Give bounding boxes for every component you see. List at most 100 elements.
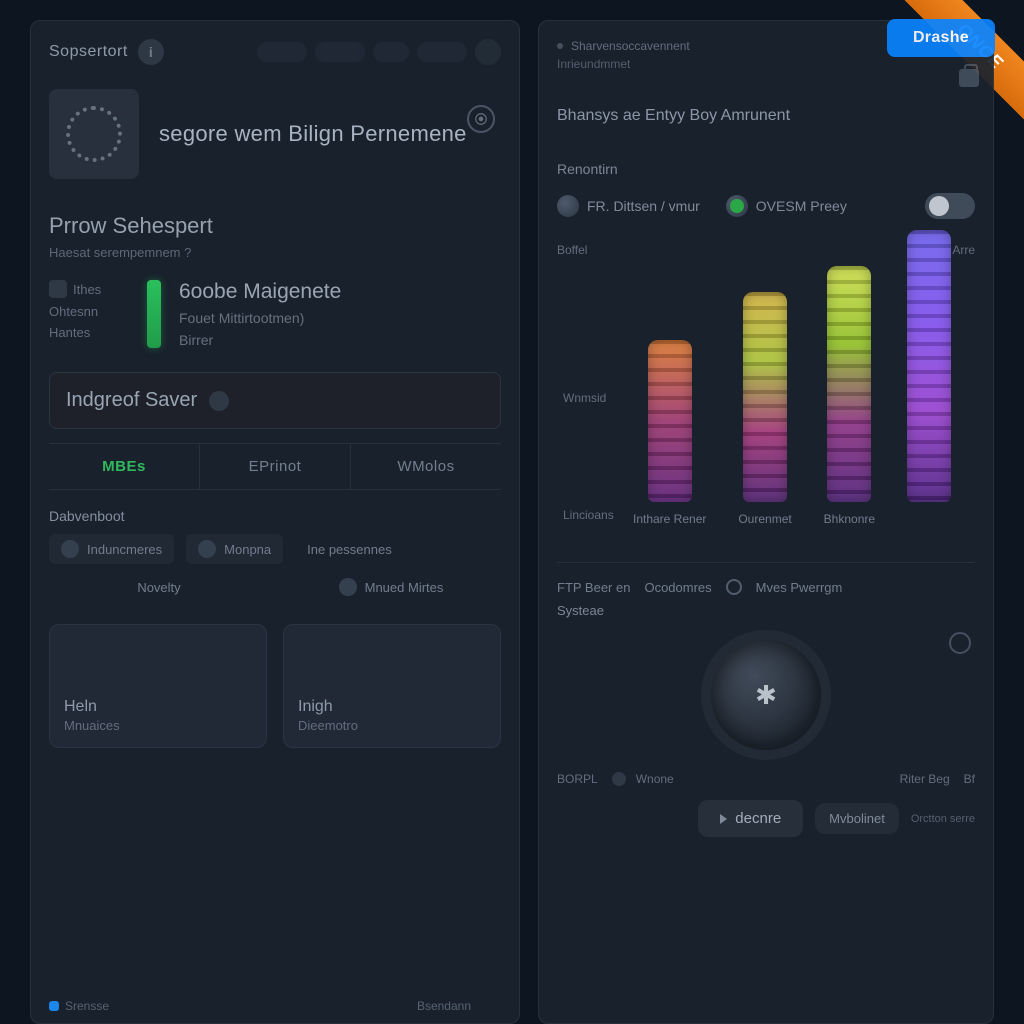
chart-y-tick: Wnmsid [563,391,614,405]
saver-status-icon [209,391,229,411]
rotary-knob[interactable]: ✱ [711,640,821,750]
hero-thumb[interactable] [49,89,139,179]
slider-mid-label: Wnone [636,772,674,786]
topbar-avatar-icon[interactable] [475,39,501,65]
globe-icon [557,195,579,217]
target-icon[interactable] [467,105,495,133]
card-heln[interactable]: Heln Mnuaices [49,624,267,748]
info-icon[interactable]: i [138,39,164,65]
left-topbar-pills [257,39,501,65]
dashboard-chip[interactable]: Novelty [49,574,269,601]
square-dot-icon [49,1001,59,1011]
topbar-pill[interactable] [373,42,409,62]
tab-mbes[interactable]: MBEs [49,444,200,489]
topbar-pill[interactable] [417,42,467,62]
dot-icon [487,999,501,1013]
knob-side-icon[interactable] [949,632,971,654]
knob-heading: Systeae [557,603,604,618]
card-inigh[interactable]: Inigh Dieemotro [283,624,501,748]
metric-row: Ithes Ohtesnn Hantes 6oobe Maigenete Fou… [49,280,501,348]
status-dot-icon [726,195,748,217]
metric-line: Fouet Mittirtootmen) [179,310,501,326]
card-row: Heln Mnuaices Inigh Dieemotro [49,624,501,748]
bottombar-item[interactable] [487,999,501,1013]
option-item[interactable]: OVESM Preey [726,195,847,217]
actions-trailing-text: Orctton serre [911,813,975,825]
chart-y-tick: Lincioans [563,508,614,522]
bottombar-item[interactable]: Bsendann [417,999,471,1013]
metric-line: Birrer [179,332,501,348]
chart-bar[interactable] [907,230,951,502]
tab-eprinot[interactable]: EPrinot [200,444,351,489]
dashboard-chip[interactable]: Ine pessennes [295,536,404,563]
slider-mid: Wnone [612,772,886,786]
left-bottombar: Srensse Bsendann [49,985,501,1013]
dashboard-chip-label: Ine pessennes [307,542,392,557]
chart-bar-col [907,230,951,526]
dashboard-chip-label: Novelty [137,580,180,595]
knob-wrap: ✱ [557,632,975,762]
dashboard-heading: Dabvenboot [49,508,501,524]
knob-block: Systeae ✱ [557,603,975,762]
decnre-button[interactable]: decnre [698,800,803,837]
section-subtitle: Haesat serempemnem ? [49,245,501,260]
briefcase-icon[interactable] [959,69,979,87]
dashboard-chip[interactable]: Monpna [186,534,283,564]
chart-footer-combo: FTP Beer en Ocodomres Mves Pwerrgm [557,579,975,595]
dashboard-chip-label: Monpna [224,542,271,557]
card-title: Inigh [298,698,486,716]
chart-y-tick [563,273,614,287]
chart-bar-col: Ourenmet [738,292,791,526]
option-toggle[interactable] [925,193,975,219]
chart-x-label: Inthare Rener [633,512,706,526]
metric-left-item[interactable]: Ithes [49,280,129,298]
mvbolinet-button[interactable]: Mvbolinet [815,803,899,834]
left-panel-title: Sopsertort [49,43,128,61]
tab-wmolos[interactable]: WMolos [351,444,501,489]
hero-block: segore wem Bilign Pernemene [49,89,501,179]
metric-left-label: Ohtesnn [49,304,98,319]
chart-y-labels: Wnmsid Lincioans [563,273,614,522]
metric-left-item[interactable]: Ohtesnn [49,304,129,319]
chart-bar[interactable] [827,266,871,502]
chart-head-left: Boffel [557,243,587,257]
topbar-pill[interactable] [257,42,307,62]
metric-progress-bar [147,280,161,348]
metric-left-col: Ithes Ohtesnn Hantes [49,280,129,348]
dot-icon [339,578,357,596]
dot-icon [612,772,626,786]
card-subtitle: Dieemotro [298,718,486,733]
primary-cta-button[interactable]: Drashe [887,19,995,57]
saver-card[interactable]: Indgreof Saver [49,372,501,429]
bottombar-item[interactable]: Srensse [49,999,109,1013]
chart-x-label: Bhknonre [824,512,875,526]
option-label: FR. Dittsen / vmur [587,198,700,214]
topbar-pill[interactable] [315,42,365,62]
card-title: Heln [64,698,252,716]
chart-bar[interactable] [648,340,692,502]
dashboard-row-1: Induncmeres Monpna Ine pessennes [49,534,501,564]
dashboard-chip[interactable]: Mnued Mirtes [281,572,501,602]
card-subtitle: Mnuaices [64,718,252,733]
right-section-label: Renontirn [557,161,975,177]
slider-right-value: Bf [964,772,975,786]
tabs: MBEs EPrinot WMolos [49,443,501,490]
slider-row: BORPL Wnone Riter Beg Bf [557,772,975,786]
dashboard-chip-label: Induncmeres [87,542,162,557]
metric-left-item[interactable]: Hantes [49,325,129,340]
chart-bar[interactable] [743,292,787,502]
slider-right-label: Riter Beg [900,772,950,786]
option-left-group: FR. Dittsen / vmur OVESM Preey [557,195,847,217]
dashboard-chip[interactable]: Induncmeres [49,534,174,564]
dot-icon [198,540,216,558]
ring-icon [726,579,742,595]
option-item[interactable]: FR. Dittsen / vmur [557,195,700,217]
option-label: OVESM Preey [756,198,847,214]
chart-bar-col: Bhknonre [824,266,875,526]
cube-icon [49,280,67,298]
chart-head-right: Arre [952,243,975,257]
slider-left-label: BORPL [557,772,598,786]
dashboard-chip-label: Mnued Mirtes [365,580,444,595]
chart-x-label: Ourenmet [738,512,791,526]
option-row: FR. Dittsen / vmur OVESM Preey [557,187,975,225]
